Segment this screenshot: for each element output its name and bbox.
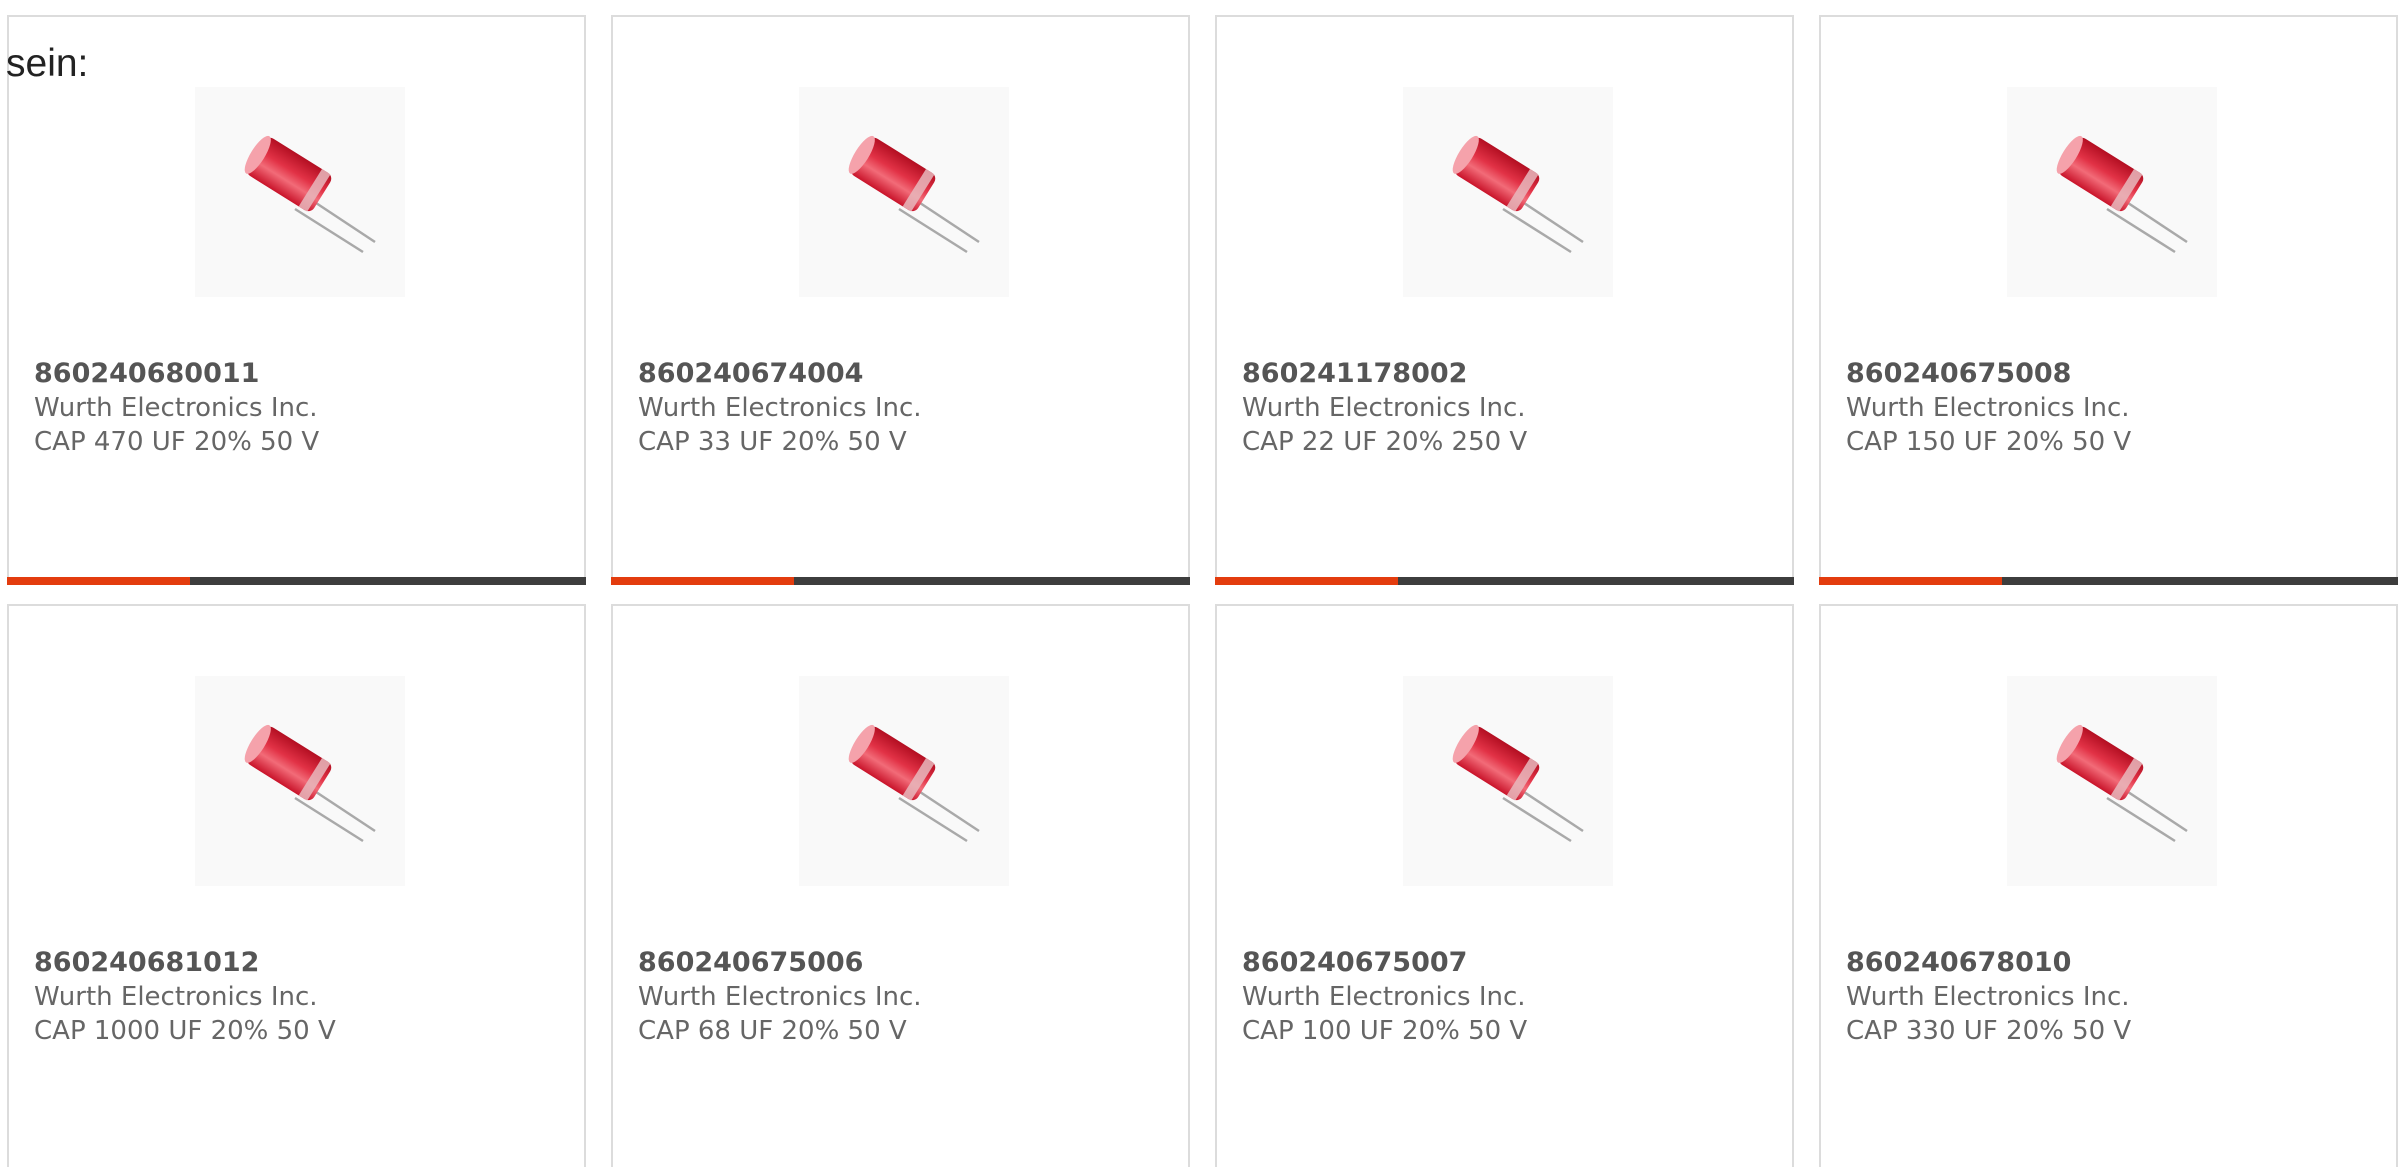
manufacturer-name: Wurth Electronics Inc. — [1242, 393, 1526, 423]
card-accent-bar — [1215, 577, 1398, 585]
product-description: CAP 68 UF 20% 50 V — [638, 1016, 907, 1046]
part-number-link[interactable]: 860240675008 — [1846, 358, 2071, 389]
capacitor-image[interactable] — [2007, 676, 2217, 886]
product-description: CAP 100 UF 20% 50 V — [1242, 1016, 1528, 1046]
product-card[interactable]: 860241178002 Wurth Electronics Inc. CAP … — [1215, 15, 1794, 585]
product-card[interactable]: 860240681012 Wurth Electronics Inc. CAP … — [7, 604, 586, 1167]
capacitor-image[interactable] — [799, 87, 1009, 297]
capacitor-image[interactable] — [1403, 87, 1613, 297]
manufacturer-name: Wurth Electronics Inc. — [1846, 393, 2130, 423]
product-card[interactable]: 860240675007 Wurth Electronics Inc. CAP … — [1215, 604, 1794, 1167]
part-number-link[interactable]: 860240674004 — [638, 358, 863, 389]
part-number-link[interactable]: 860240678010 — [1846, 947, 2071, 978]
product-card[interactable]: 860240678010 Wurth Electronics Inc. CAP … — [1819, 604, 2398, 1167]
part-number-link[interactable]: 860240675006 — [638, 947, 863, 978]
electrolytic-capacitor-icon — [244, 135, 376, 254]
manufacturer-name: Wurth Electronics Inc. — [638, 982, 922, 1012]
product-description: CAP 330 UF 20% 50 V — [1846, 1016, 2132, 1046]
electrolytic-capacitor-icon — [848, 135, 980, 254]
card-footer-bar — [7, 577, 586, 585]
part-number-link[interactable]: 860240680011 — [34, 358, 259, 389]
card-footer-bar — [1819, 577, 2398, 585]
product-grid-page: sein: 860240680011 Wurth Electronics Inc… — [0, 0, 2400, 1167]
electrolytic-capacitor-icon — [2056, 724, 2188, 843]
product-description: CAP 470 UF 20% 50 V — [34, 427, 320, 457]
card-accent-bar — [1819, 577, 2002, 585]
product-card[interactable]: 860240680011 Wurth Electronics Inc. CAP … — [7, 15, 586, 585]
capacitor-image[interactable] — [195, 676, 405, 886]
manufacturer-name: Wurth Electronics Inc. — [638, 393, 922, 423]
capacitor-image[interactable] — [2007, 87, 2217, 297]
intro-text: sein: — [6, 42, 89, 85]
card-accent-bar — [7, 577, 190, 585]
product-description: CAP 22 UF 20% 250 V — [1242, 427, 1528, 457]
electrolytic-capacitor-icon — [244, 724, 376, 843]
card-footer-bar — [611, 577, 1190, 585]
product-card[interactable]: 860240675006 Wurth Electronics Inc. CAP … — [611, 604, 1190, 1167]
card-footer-bar — [1215, 577, 1794, 585]
part-number-link[interactable]: 860240681012 — [34, 947, 259, 978]
card-accent-bar — [611, 577, 794, 585]
part-number-link[interactable]: 860241178002 — [1242, 358, 1467, 389]
part-number-link[interactable]: 860240675007 — [1242, 947, 1467, 978]
capacitor-image[interactable] — [195, 87, 405, 297]
product-description: CAP 33 UF 20% 50 V — [638, 427, 907, 457]
product-card[interactable]: 860240674004 Wurth Electronics Inc. CAP … — [611, 15, 1190, 585]
product-description: CAP 150 UF 20% 50 V — [1846, 427, 2132, 457]
electrolytic-capacitor-icon — [1452, 724, 1584, 843]
manufacturer-name: Wurth Electronics Inc. — [34, 982, 318, 1012]
manufacturer-name: Wurth Electronics Inc. — [1846, 982, 2130, 1012]
electrolytic-capacitor-icon — [2056, 135, 2188, 254]
capacitor-image[interactable] — [1403, 676, 1613, 886]
manufacturer-name: Wurth Electronics Inc. — [34, 393, 318, 423]
electrolytic-capacitor-icon — [1452, 135, 1584, 254]
product-description: CAP 1000 UF 20% 50 V — [34, 1016, 336, 1046]
capacitor-image[interactable] — [799, 676, 1009, 886]
manufacturer-name: Wurth Electronics Inc. — [1242, 982, 1526, 1012]
electrolytic-capacitor-icon — [848, 724, 980, 843]
product-card[interactable]: 860240675008 Wurth Electronics Inc. CAP … — [1819, 15, 2398, 585]
